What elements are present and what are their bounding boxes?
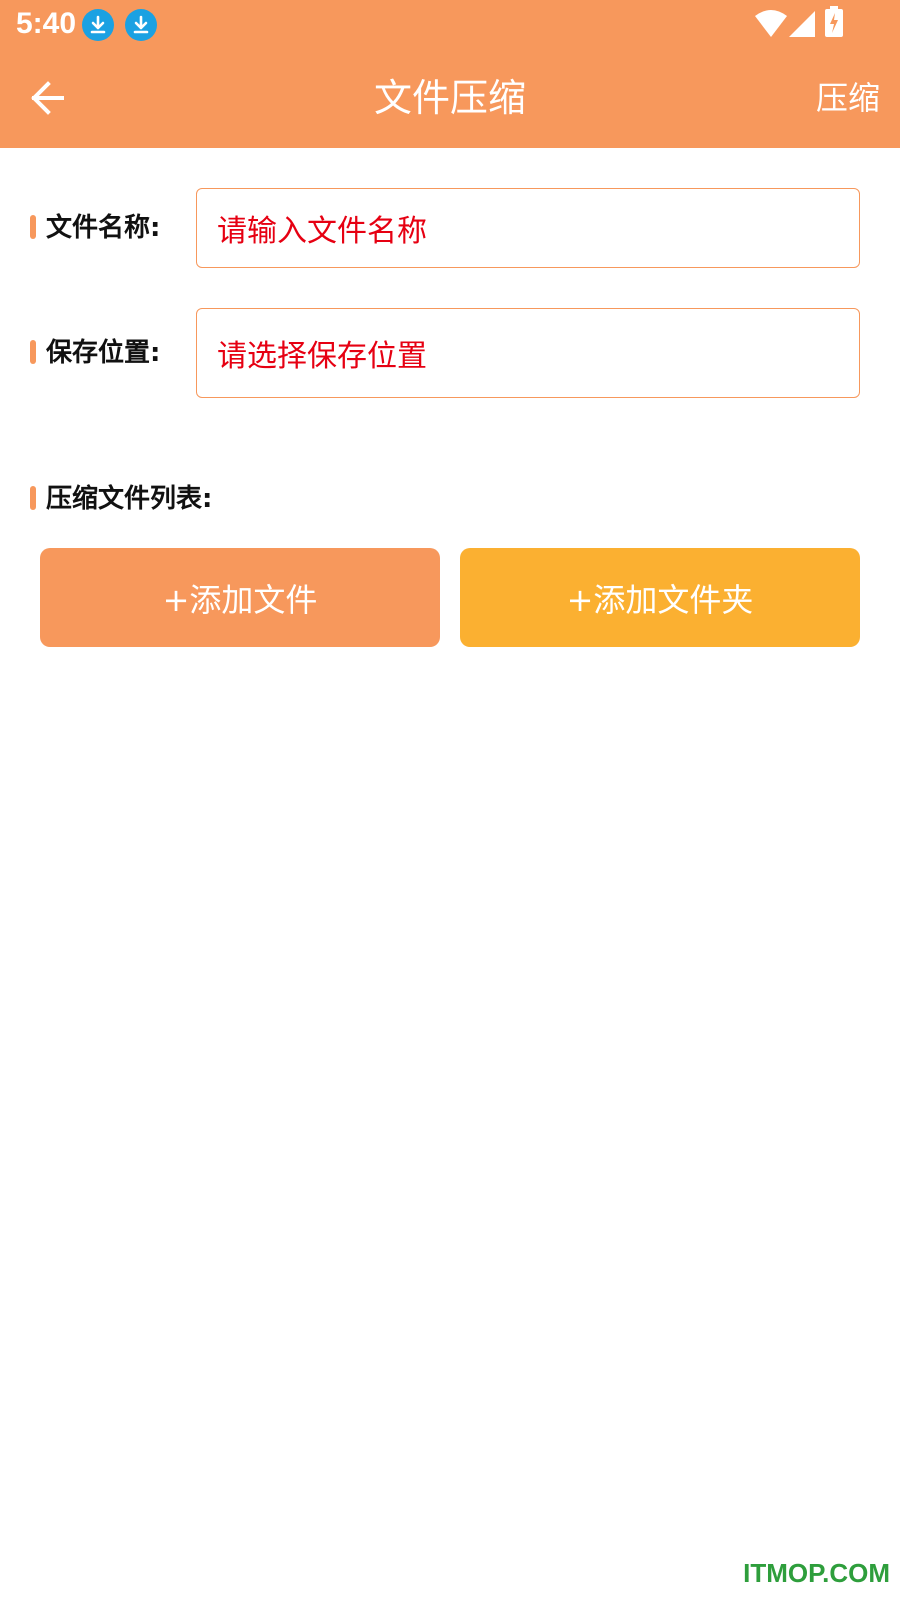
battery-charging-icon: [825, 6, 843, 37]
save-location-picker[interactable]: 请选择保存位置: [196, 308, 860, 398]
download-icon: [125, 9, 157, 41]
save-location-label: 保存位置:: [30, 333, 160, 373]
add-file-button[interactable]: +添加文件: [40, 548, 440, 647]
file-list: [40, 660, 860, 1510]
file-name-placeholder: 请输入文件名称: [217, 214, 427, 249]
save-location-label-text: 保存位置:: [46, 338, 161, 368]
page-title: 文件压缩: [373, 76, 526, 120]
wifi-icon: [755, 10, 787, 37]
watermark: ITMOP.COM: [743, 1558, 890, 1588]
file-list-label-text: 压缩文件列表:: [46, 484, 213, 514]
file-name-label-text: 文件名称:: [46, 213, 161, 243]
file-list-label: 压缩文件列表:: [30, 479, 212, 519]
label-marker: [30, 486, 36, 510]
save-location-placeholder: 请选择保存位置: [217, 339, 427, 374]
file-name-label: 文件名称:: [30, 208, 160, 248]
label-marker: [30, 215, 36, 239]
cell-signal-icon: [789, 11, 815, 37]
status-time: 5:40: [16, 7, 77, 40]
download-icon: [82, 9, 114, 41]
compress-button[interactable]: 压缩: [816, 72, 880, 124]
add-folder-button[interactable]: +添加文件夹: [460, 548, 860, 647]
app-bar: 5:40 文件压缩 压缩: [0, 0, 900, 148]
file-name-input[interactable]: 请输入文件名称: [196, 188, 860, 268]
label-marker: [30, 340, 36, 364]
